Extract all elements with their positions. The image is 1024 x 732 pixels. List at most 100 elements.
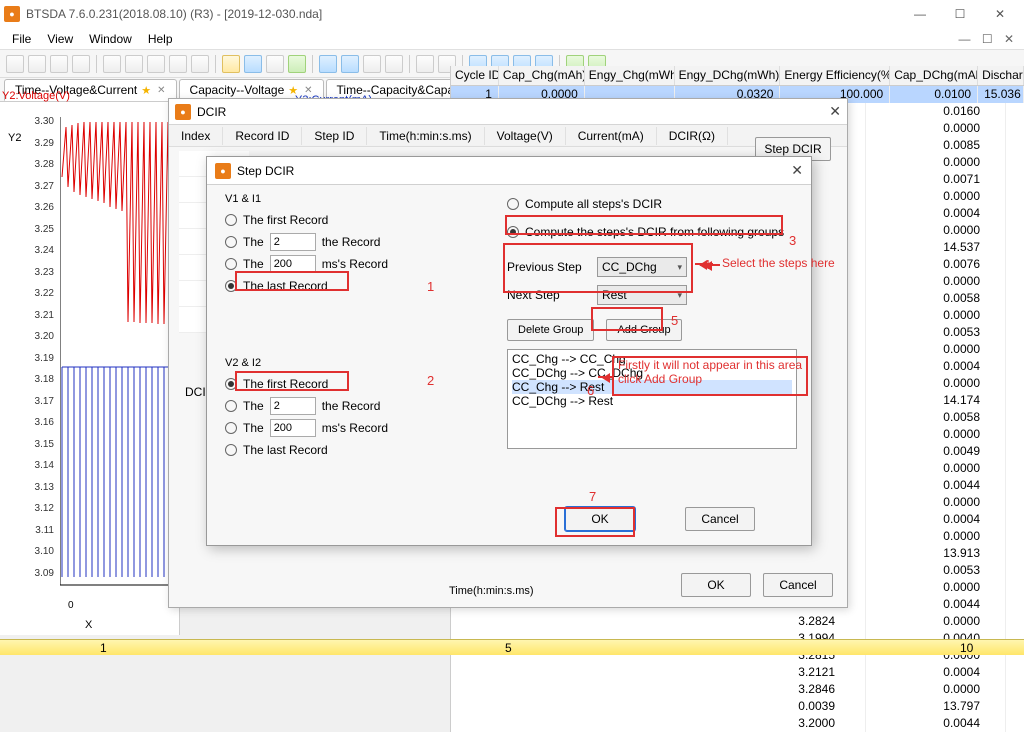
tool-icon[interactable]	[363, 55, 381, 73]
tool-icon[interactable]	[72, 55, 90, 73]
step-cancel-button[interactable]: Cancel	[685, 507, 755, 531]
maximize-button[interactable]: ☐	[940, 2, 980, 26]
dcir-header: Index Record ID Step ID Time(h:min:s.ms)…	[169, 125, 847, 147]
tool-icon[interactable]	[266, 55, 284, 73]
y-tick: 3.10	[28, 546, 54, 557]
v2-record-input[interactable]	[270, 397, 316, 415]
menu-view[interactable]: View	[39, 30, 81, 48]
open-icon[interactable]	[222, 55, 240, 73]
v2-last-radio[interactable]	[225, 444, 237, 456]
app-icon: ●	[215, 163, 231, 179]
col-capd[interactable]: Cap_DChg(mAh)	[890, 66, 978, 85]
table-row[interactable]: 3.28460.0000	[451, 681, 1024, 698]
nav-back-icon[interactable]	[319, 55, 337, 73]
title-bar: ● BTSDA 7.6.0.231(2018.08.10) (R3) - [20…	[0, 0, 1024, 28]
col-engychg[interactable]: Engy_Chg(mWh)	[585, 66, 675, 85]
y-tick: 3.27	[28, 181, 54, 192]
v1-ms-input[interactable]	[270, 255, 316, 273]
col-dcir[interactable]: DCIR(Ω)	[657, 127, 728, 145]
y-tick: 3.12	[28, 503, 54, 514]
menu-help[interactable]: Help	[140, 30, 181, 48]
v1-the-record-radio[interactable]	[225, 236, 237, 248]
tool-icon[interactable]	[125, 55, 143, 73]
v2-first-radio[interactable]	[225, 378, 237, 390]
tool-icon[interactable]	[6, 55, 24, 73]
y-tick: 3.23	[28, 267, 54, 278]
mdi-controls[interactable]: — ☐ ✕	[951, 30, 1024, 48]
col-index[interactable]: Index	[169, 127, 223, 145]
dcir-cancel-button[interactable]: Cancel	[763, 573, 833, 597]
add-group-button[interactable]: Add Group	[606, 319, 681, 341]
col-cycle[interactable]: Cycle ID	[451, 66, 499, 85]
prev-step-combo[interactable]: CC_DChg▾	[597, 257, 687, 277]
list-item[interactable]: CC_Chg --> CC_Chg	[512, 352, 792, 366]
col-capchg[interactable]: Cap_Chg(mAh)	[499, 66, 585, 85]
col-time[interactable]: Time(h:min:s.ms)	[367, 127, 484, 145]
col-record[interactable]: Record ID	[223, 127, 302, 145]
y-tick: 3.18	[28, 374, 54, 385]
save-icon[interactable]	[244, 55, 262, 73]
y-tick: 3.11	[28, 525, 54, 536]
x-axis-label: X	[85, 619, 92, 631]
table-row[interactable]: 3.21210.0004	[451, 664, 1024, 681]
v1-last-radio[interactable]	[225, 280, 237, 292]
y-tick: 3.24	[28, 245, 54, 256]
col-step[interactable]: Step ID	[302, 127, 367, 145]
table-row[interactable]: 3.20000.0044	[451, 715, 1024, 732]
v1-first-radio[interactable]	[225, 214, 237, 226]
v2-the-record-radio[interactable]	[225, 400, 237, 412]
col-eff[interactable]: Energy Efficiency(%)	[780, 66, 890, 85]
tool-icon[interactable]	[147, 55, 165, 73]
app-icon: ●	[4, 6, 20, 22]
tool-icon[interactable]	[103, 55, 121, 73]
group-v2-label: V2 & I2	[225, 357, 485, 369]
dcir-close-button[interactable]: ✕	[829, 103, 841, 120]
tab-close-icon[interactable]: ✕	[157, 85, 165, 96]
col-dir[interactable]: Discharge IR(Ω)	[978, 66, 1024, 85]
menu-file[interactable]: File	[4, 30, 39, 48]
group-v1-label: V1 & I1	[225, 193, 485, 205]
dcir-xlabel: Time(h:min:s.ms)	[449, 585, 534, 597]
compute-all-radio[interactable]	[507, 198, 519, 210]
nav-fwd-icon[interactable]	[341, 55, 359, 73]
minimize-button[interactable]: —	[900, 2, 940, 26]
v1-record-input[interactable]	[270, 233, 316, 251]
timeline-ruler[interactable]: 1 5 10	[0, 639, 1024, 655]
tool-icon[interactable]	[50, 55, 68, 73]
step-dcir-close-button[interactable]: ✕	[791, 162, 803, 179]
y2-axis-label: Y2:Voltage(V)	[2, 90, 70, 102]
table-row[interactable]: 0.003913.797	[451, 698, 1024, 715]
step-ok-button[interactable]: OK	[565, 507, 635, 531]
app-icon: ●	[175, 104, 191, 120]
v2-the-ms-radio[interactable]	[225, 422, 237, 434]
grid-header: Cycle ID Cap_Chg(mAh) Engy_Chg(mWh) Engy…	[451, 66, 1024, 86]
arrow-icon	[598, 376, 612, 378]
list-item[interactable]: CC_DChg --> Rest	[512, 394, 792, 408]
compute-groups-radio[interactable]	[507, 226, 519, 238]
tool-icon[interactable]	[385, 55, 403, 73]
tool-icon[interactable]	[191, 55, 209, 73]
close-button[interactable]: ✕	[980, 2, 1020, 26]
col-engyd[interactable]: Engy_DChg(mWh)	[675, 66, 781, 85]
col-volt[interactable]: Voltage(V)	[485, 127, 566, 145]
tool-icon[interactable]	[28, 55, 46, 73]
v1-the-ms-radio[interactable]	[225, 258, 237, 270]
col-curr[interactable]: Current(mA)	[566, 127, 657, 145]
dcir-ok-button[interactable]: OK	[681, 573, 751, 597]
dcir-titlebar: ● DCIR ✕	[169, 99, 847, 125]
table-row[interactable]: 3.28240.0000	[451, 613, 1024, 630]
y-tick: 3.22	[28, 288, 54, 299]
delete-group-button[interactable]: Delete Group	[507, 319, 594, 341]
menu-window[interactable]: Window	[81, 30, 140, 48]
v2-ms-input[interactable]	[270, 419, 316, 437]
y-tick: 3.16	[28, 417, 54, 428]
tool-icon[interactable]	[169, 55, 187, 73]
groups-listbox[interactable]: CC_Chg --> CC_Chg CC_DChg --> CC_DChg CC…	[507, 349, 797, 449]
tool-icon[interactable]	[416, 55, 434, 73]
next-step-combo[interactable]: Rest▾	[597, 285, 687, 305]
list-item[interactable]: CC_Chg --> Rest	[512, 380, 792, 394]
menu-bar: File View Window Help — ☐ ✕	[0, 28, 1024, 50]
y2-label: Y2	[8, 132, 21, 144]
list-item[interactable]: CC_DChg --> CC_DChg	[512, 366, 792, 380]
export-icon[interactable]	[288, 55, 306, 73]
